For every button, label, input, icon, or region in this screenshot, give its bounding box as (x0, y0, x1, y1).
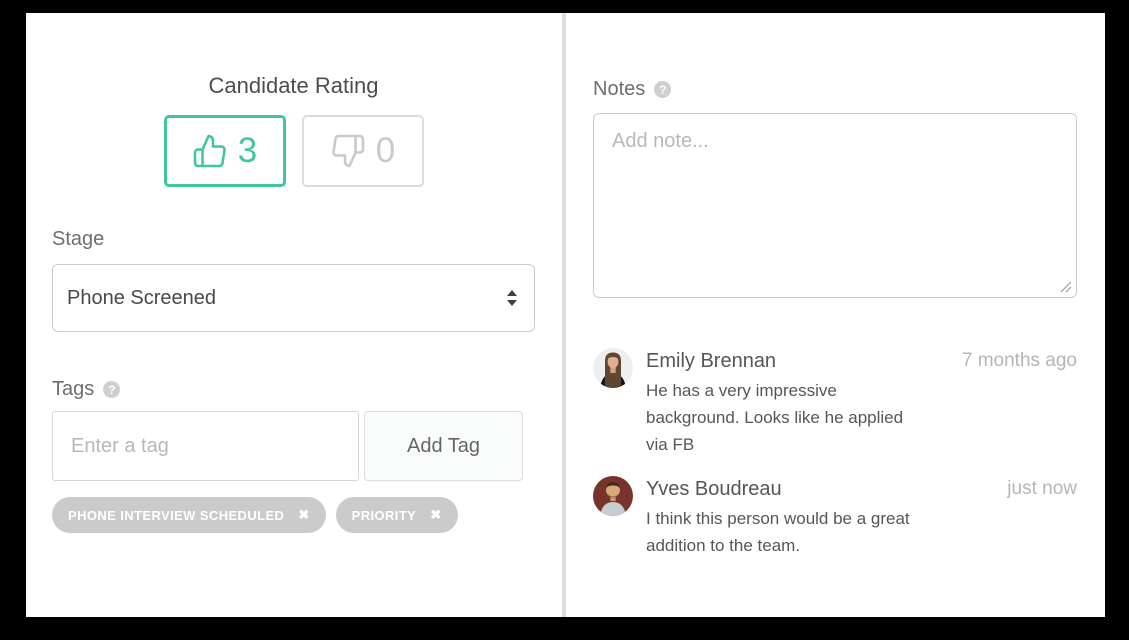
stage-select[interactable]: Phone Screened (52, 264, 535, 332)
notes-label: Notes ? (593, 78, 1077, 101)
thumbs-down-button[interactable]: 0 (302, 115, 424, 187)
note-textarea[interactable] (593, 113, 1077, 298)
avatar (593, 348, 633, 388)
note-timestamp: just now (1007, 476, 1077, 502)
tag-pills: PHONE INTERVIEW SCHEDULED ✖ PRIORITY ✖ (52, 497, 535, 533)
remove-tag-icon[interactable]: ✖ (298, 507, 309, 523)
thumbs-up-count: 3 (238, 131, 257, 171)
note-timestamp: 7 months ago (962, 348, 1077, 374)
tag-pill: PRIORITY ✖ (336, 497, 458, 533)
note-item: Yves Boudreau just now I think this pers… (593, 476, 1077, 559)
tag-pill-label: PHONE INTERVIEW SCHEDULED (68, 508, 284, 523)
stage-selected-value: Phone Screened (67, 287, 216, 310)
note-author: Yves Boudreau (646, 476, 782, 502)
thumbs-down-icon (330, 133, 366, 169)
remove-tag-icon[interactable]: ✖ (430, 507, 441, 523)
notes-panel: Notes ? (566, 13, 1105, 617)
tag-entry-row: Add Tag (52, 411, 523, 481)
note-text: I think this person would be a great add… (646, 505, 926, 559)
avatar-emily-brennan (593, 348, 633, 388)
tags-label: Tags ? (52, 378, 535, 401)
tag-input[interactable] (52, 411, 359, 481)
tag-pill: PHONE INTERVIEW SCHEDULED ✖ (52, 497, 326, 533)
rating-buttons: 3 0 (52, 115, 535, 187)
thumbs-down-count: 0 (376, 131, 395, 171)
thumbs-up-button[interactable]: 3 (164, 115, 286, 187)
note-text: He has a very impressive background. Loo… (646, 377, 926, 458)
avatar-yves-boudreau (593, 476, 633, 516)
notes-help-icon[interactable]: ? (654, 81, 671, 98)
note-author: Emily Brennan (646, 348, 776, 374)
tags-help-icon[interactable]: ? (103, 381, 120, 398)
candidate-rating-title: Candidate Rating (52, 73, 535, 99)
candidate-rating-panel: Candidate Rating 3 0 Stage Phone Screene… (26, 13, 562, 617)
note-textarea-wrap (593, 113, 1077, 298)
note-item: Emily Brennan 7 months ago He has a very… (593, 348, 1077, 458)
tag-pill-label: PRIORITY (352, 508, 417, 523)
select-spinner-icon (507, 290, 517, 306)
add-tag-button[interactable]: Add Tag (364, 411, 523, 481)
stage-label: Stage (52, 228, 535, 251)
thumbs-up-icon (192, 133, 228, 169)
avatar (593, 476, 633, 516)
candidate-detail-window: Candidate Rating 3 0 Stage Phone Screene… (26, 13, 1105, 617)
notes-list: Emily Brennan 7 months ago He has a very… (593, 348, 1077, 559)
